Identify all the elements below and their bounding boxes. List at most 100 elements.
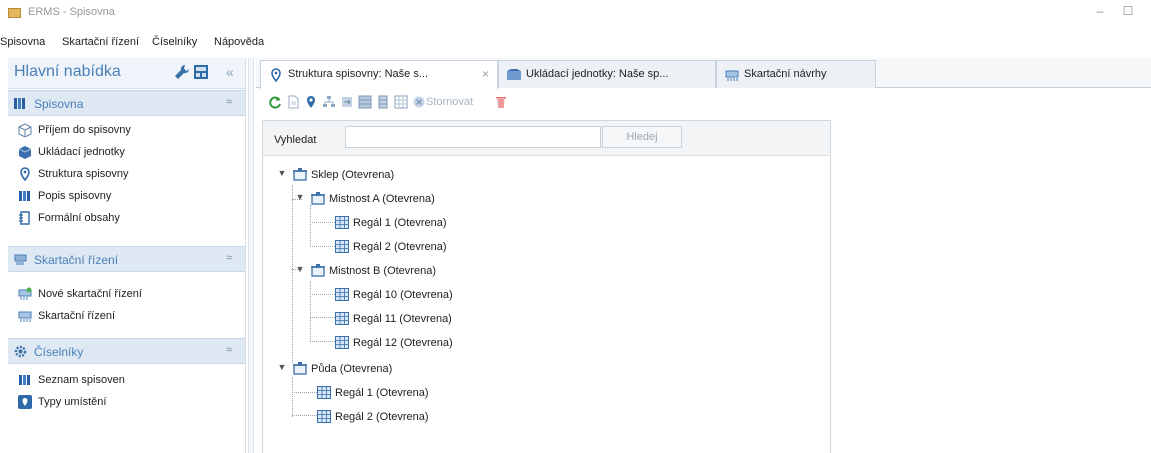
section-label: Číselníky <box>34 345 84 359</box>
minimize-button[interactable]: – <box>1090 4 1110 20</box>
shelf-icon <box>317 386 331 399</box>
sidebar-header: Hlavní nabídka « <box>8 58 245 89</box>
shelf-icon <box>335 336 349 349</box>
expand-toggle[interactable]: ▼ <box>277 362 287 372</box>
storno-button[interactable]: Stornovat <box>426 96 473 108</box>
books-icon <box>18 189 32 203</box>
shelf-icon <box>317 410 331 423</box>
search-button[interactable]: Hledej <box>602 126 682 148</box>
sidebar-item-struktura-spisovny[interactable]: Struktura spisovny <box>18 164 238 186</box>
tab-struktura-spisovny[interactable]: Struktura spisovny: Naše s... × <box>260 60 498 89</box>
tab-strip: Struktura spisovny: Naše s... × Ukládací… <box>256 58 1151 89</box>
building-icon <box>293 168 307 181</box>
sidebar-item-nove-skartacni-rizeni[interactable]: Nové skartační řízení <box>18 284 238 306</box>
sidebar: Hlavní nabídka « Spisovna ≈ Příjem do sp… <box>8 58 246 453</box>
maximize-button[interactable]: ☐ <box>1118 4 1138 20</box>
shelf-button[interactable] <box>358 95 372 109</box>
tree-connector <box>310 341 335 342</box>
section-skartacni-rizeni[interactable]: Skartační řízení ≈ <box>8 246 245 272</box>
move-button[interactable] <box>340 95 354 109</box>
storage-unit-icon <box>18 145 32 159</box>
tree-node-label: Sklep (Otevrena) <box>311 169 395 181</box>
chevron-up-icon[interactable]: ≈ <box>226 96 232 108</box>
tree-node-label: Regál 1 (Otevrena) <box>335 387 429 399</box>
box-icon <box>18 123 32 137</box>
section-ciselniky[interactable]: Číselníky ≈ <box>8 338 245 364</box>
refresh-button[interactable] <box>268 95 282 109</box>
grid-button[interactable] <box>394 95 408 109</box>
shredder-icon <box>725 68 739 82</box>
tab-label: Skartační návrhy <box>744 68 827 80</box>
sidebar-item-formalni-obsahy[interactable]: Formální obsahy <box>18 208 238 230</box>
expand-toggle[interactable]: ▼ <box>295 192 305 202</box>
sidebar-item-label: Skartační řízení <box>38 310 116 322</box>
sidebar-splitter[interactable] <box>248 58 254 453</box>
tree-node-label: Regál 2 (Otevrena) <box>335 411 429 423</box>
sidebar-item-ukladaci-jednotky[interactable]: Ukládací jednotky <box>18 142 238 164</box>
chevron-up-icon[interactable]: ≈ <box>226 344 232 356</box>
delete-button[interactable] <box>494 95 508 109</box>
tab-ukladaci-jednotky[interactable]: Ukládací jednotky: Naše sp... <box>498 60 716 88</box>
tree-node-label: Regál 10 (Otevrena) <box>353 289 453 301</box>
search-input[interactable] <box>345 126 601 148</box>
tree-node-label: Půda (Otevrena) <box>311 363 393 375</box>
tree-connector <box>310 246 335 247</box>
books-icon <box>14 97 27 110</box>
sidebar-item-label: Ukládací jednotky <box>38 146 125 158</box>
form-icon <box>18 211 32 225</box>
menu-napoveda[interactable]: Nápověda <box>214 36 264 48</box>
shredder-icon <box>14 253 27 266</box>
tree-connector <box>310 317 335 318</box>
wrench-icon[interactable] <box>173 63 189 81</box>
tree-connector <box>310 222 335 223</box>
tree-connector <box>292 377 293 417</box>
gear-icon <box>14 345 27 358</box>
sidebar-item-seznam-spisoven[interactable]: Seznam spisoven <box>18 370 238 392</box>
sidebar-item-label: Popis spisovny <box>38 190 112 202</box>
location-pin-button[interactable] <box>304 95 318 109</box>
cabinet-button[interactable] <box>376 95 390 109</box>
toolbar: Stornovat <box>262 92 822 114</box>
shelf-icon <box>335 216 349 229</box>
sidebar-item-skartacni-rizeni[interactable]: Skartační řízení <box>18 306 238 328</box>
sidebar-item-typy-umisteni[interactable]: Typy umístění <box>18 392 238 414</box>
expand-toggle[interactable]: ▼ <box>277 168 287 178</box>
building-icon <box>311 264 325 277</box>
storno-icon[interactable] <box>412 95 426 109</box>
expand-toggle[interactable]: ▼ <box>295 264 305 274</box>
location-pin-icon <box>269 68 283 82</box>
close-tab-button[interactable]: × <box>482 67 489 81</box>
menu-skartacni-rizeni[interactable]: Skartační řízení <box>62 36 139 48</box>
menu-ciselniky[interactable]: Číselníky <box>152 36 197 48</box>
building-icon <box>311 192 325 205</box>
section-spisovna[interactable]: Spisovna ≈ <box>8 90 245 116</box>
hierarchy-button[interactable] <box>322 95 336 109</box>
location-type-icon <box>18 395 32 409</box>
tree-node-label: Regál 11 (Otevrena) <box>353 313 452 325</box>
collapse-sidebar-button[interactable]: « <box>226 64 234 80</box>
shelf-icon <box>335 288 349 301</box>
tree-node-label: Regál 2 (Otevrena) <box>353 241 447 253</box>
chevron-up-icon[interactable]: ≈ <box>226 252 232 264</box>
search-label: Vyhledat <box>274 134 317 146</box>
new-document-button[interactable] <box>286 95 300 109</box>
tree-node-label: Mistnost A (Otevrena) <box>329 193 435 205</box>
sidebar-item-label: Nové skartační řízení <box>38 288 142 300</box>
layout-icon[interactable] <box>194 65 208 79</box>
tree-node-label: Regál 12 (Otevrena) <box>353 337 453 349</box>
tree-connector <box>292 415 317 416</box>
menu-spisovna[interactable]: Spisovna <box>0 36 45 48</box>
building-icon <box>293 362 307 375</box>
sidebar-item-label: Formální obsahy <box>38 212 120 224</box>
tree-node-label: Regál 1 (Otevrena) <box>353 217 447 229</box>
sidebar-item-popis-spisovny[interactable]: Popis spisovny <box>18 186 238 208</box>
tab-skartacni-navrhy[interactable]: Skartační návrhy <box>716 60 876 88</box>
storage-unit-icon <box>507 68 521 82</box>
sidebar-item-prijem-do-spisovny[interactable]: Příjem do spisovny <box>18 120 238 142</box>
section-label: Skartační řízení <box>34 253 119 267</box>
tree-connector <box>310 281 311 341</box>
tab-label: Struktura spisovny: Naše s... <box>288 68 428 80</box>
app-folder-icon <box>8 8 21 18</box>
sidebar-item-label: Struktura spisovny <box>38 168 129 180</box>
sidebar-item-label: Typy umístění <box>38 396 107 408</box>
